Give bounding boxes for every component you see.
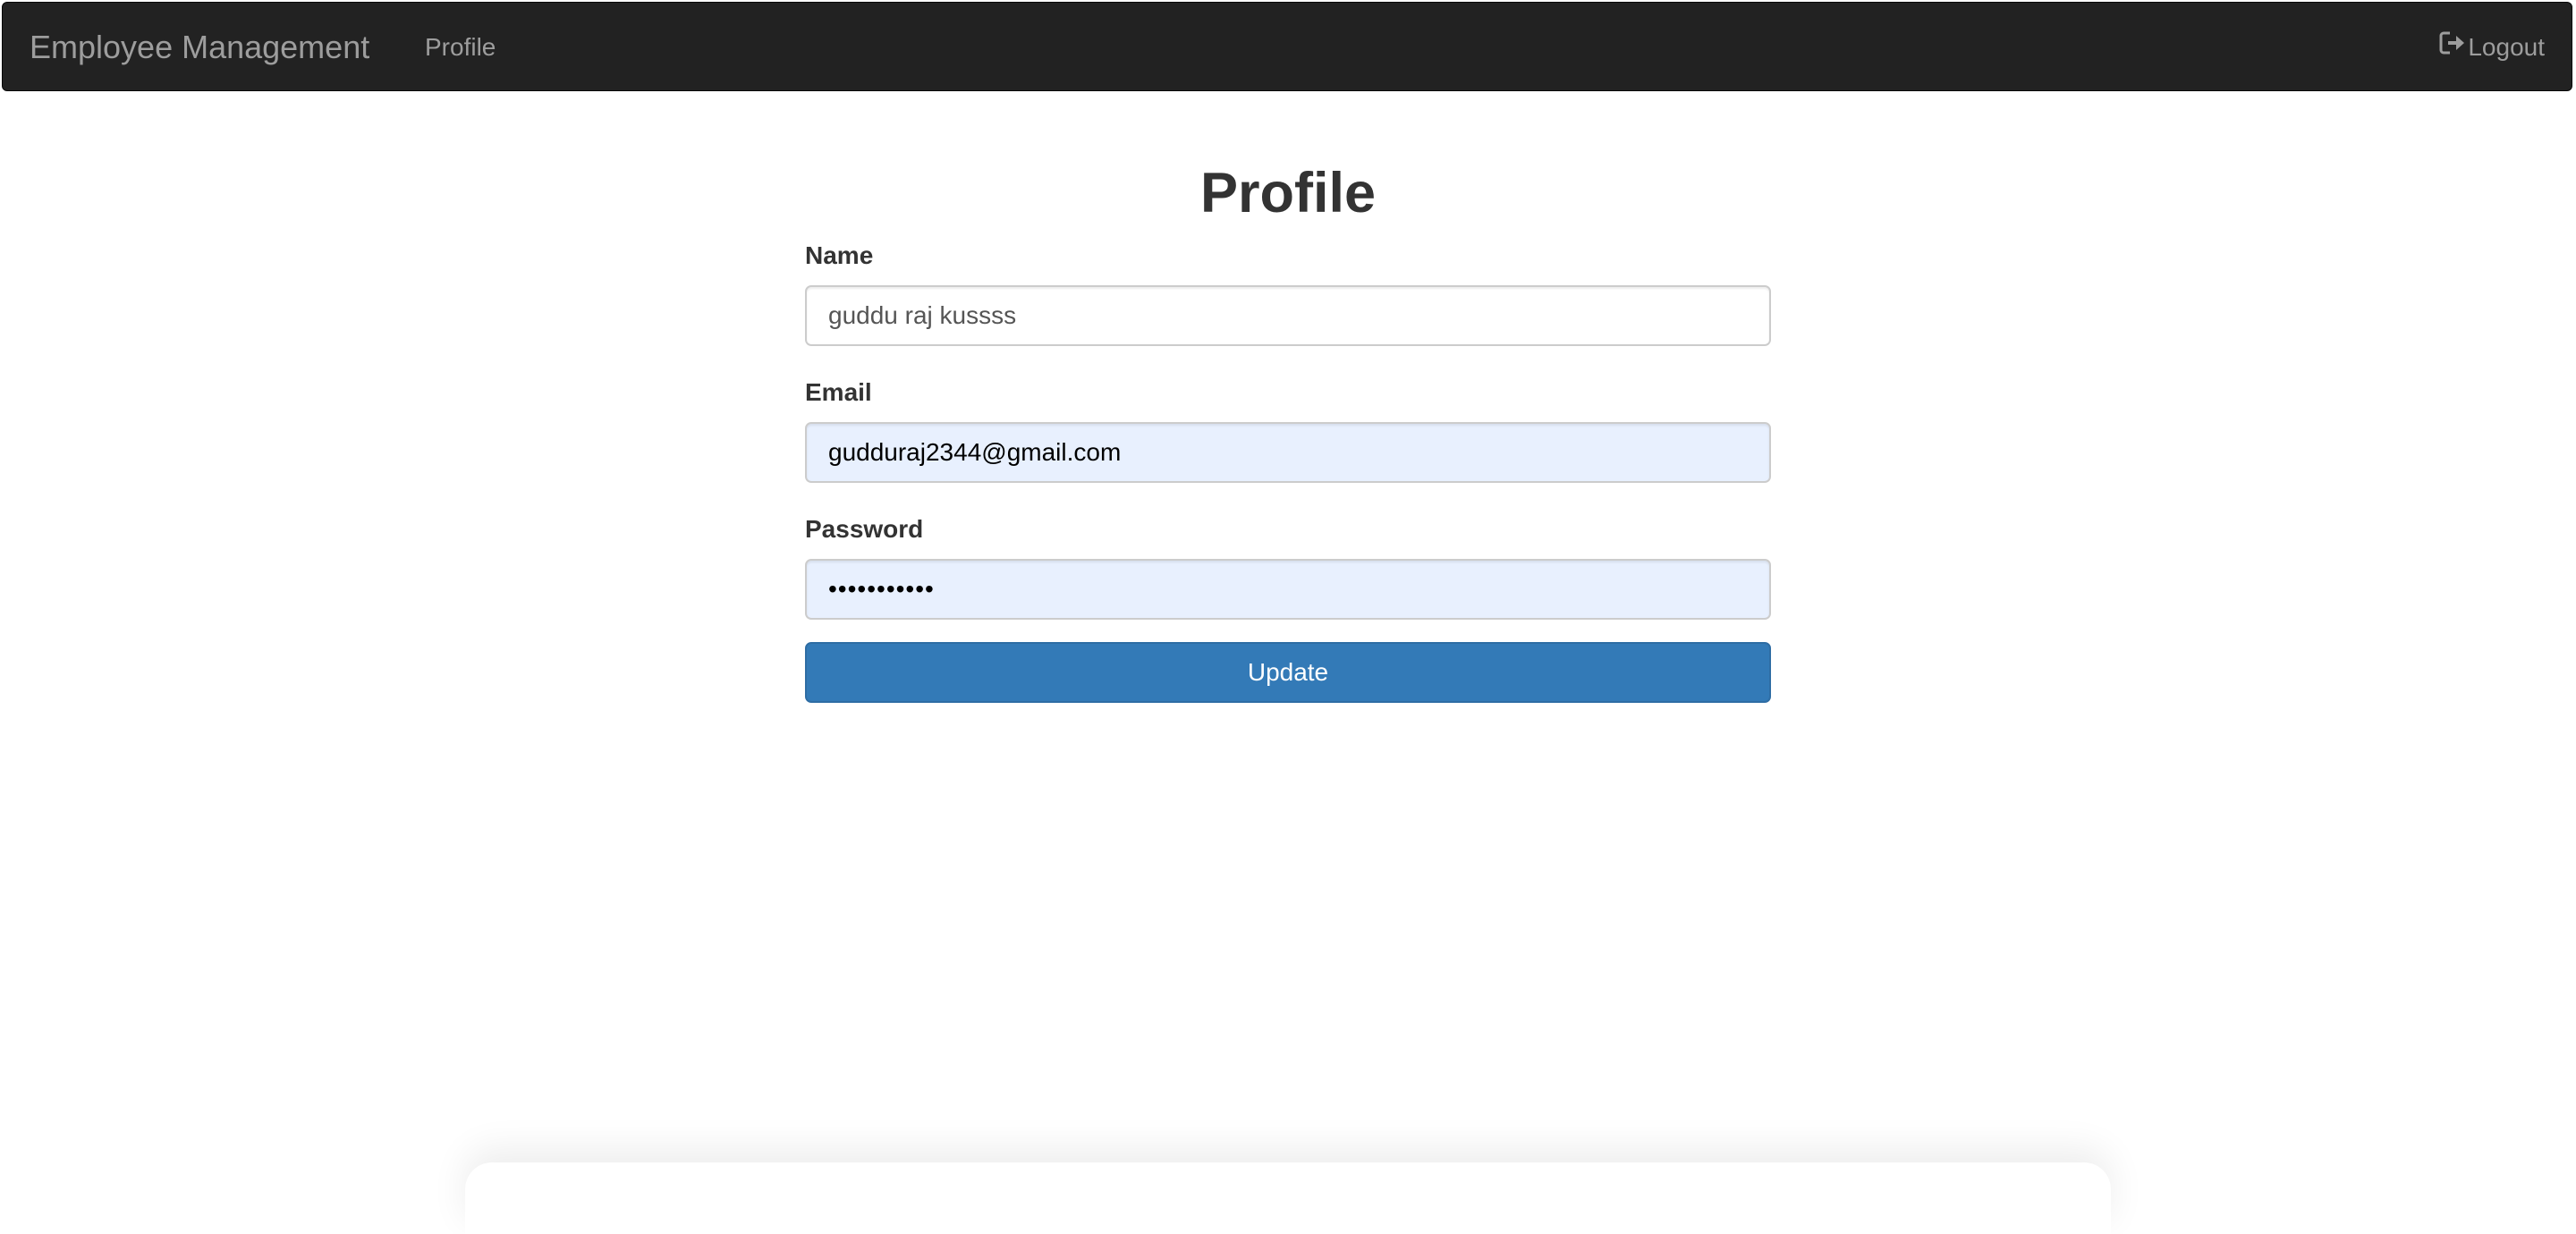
- name-input[interactable]: [805, 285, 1771, 346]
- profile-form: Name Email Password Update: [805, 240, 1771, 703]
- top-navbar: Employee Management Profile Logout: [2, 2, 2572, 91]
- update-button[interactable]: Update: [805, 642, 1771, 703]
- logout-label: Logout: [2468, 33, 2545, 61]
- email-field-group: Email: [805, 376, 1771, 483]
- bottom-panel-edge: [465, 1162, 2111, 1234]
- name-field-group: Name: [805, 240, 1771, 346]
- email-label: Email: [805, 378, 872, 406]
- brand-link[interactable]: Employee Management: [30, 3, 369, 92]
- password-input[interactable]: [805, 559, 1771, 620]
- logout-button[interactable]: Logout: [2439, 3, 2545, 92]
- page-title: Profile: [1199, 162, 1377, 224]
- logout-icon: [2439, 3, 2466, 92]
- password-label: Password: [805, 515, 924, 543]
- nav-item-profile[interactable]: Profile: [425, 3, 496, 92]
- name-label: Name: [805, 241, 874, 269]
- password-field-group: Password: [805, 513, 1771, 620]
- email-input[interactable]: [805, 422, 1771, 483]
